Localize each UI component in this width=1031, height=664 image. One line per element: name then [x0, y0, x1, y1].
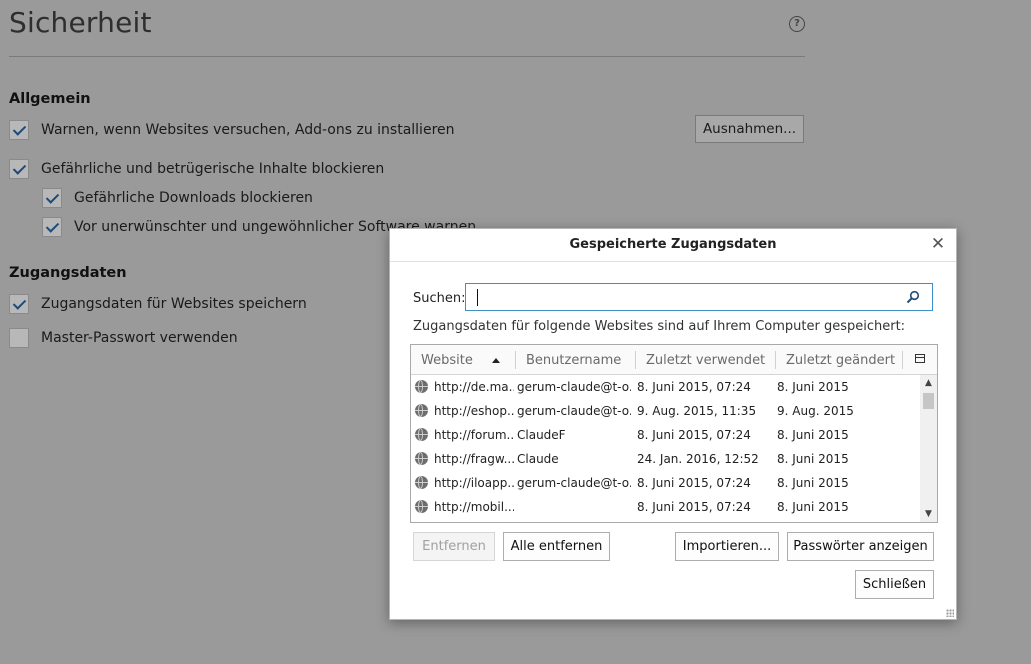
cell-last-used: 24. Jan. 2016, 12:52	[637, 452, 759, 466]
master-password-option[interactable]: Master-Passwort verwenden	[9, 327, 238, 349]
list-rows: http://de.ma... gerum-claude@t-o... 8. J…	[411, 375, 921, 519]
search-label: Suchen:	[413, 291, 466, 306]
help-icon[interactable]: ?	[789, 16, 805, 32]
close-icon[interactable]: ✕	[928, 234, 948, 254]
import-button[interactable]: Importieren...	[675, 532, 779, 561]
table-row[interactable]: http://fragw... Claude 24. Jan. 2016, 12…	[411, 447, 921, 471]
globe-icon	[415, 500, 428, 513]
cell-website: http://forum...	[434, 428, 514, 442]
warn-addons-option[interactable]: Warnen, wenn Websites versuchen, Add-ons…	[9, 119, 455, 141]
remove-all-button[interactable]: Alle entfernen	[503, 532, 610, 561]
cell-last-used: 9. Aug. 2015, 11:35	[637, 404, 757, 418]
scroll-down-icon[interactable]: ▼	[920, 506, 937, 522]
cell-username: Claude	[517, 452, 559, 466]
column-separator	[515, 351, 516, 369]
cell-username: gerum-claude@t-o...	[517, 404, 631, 418]
save-logins-checkbox[interactable]	[9, 294, 29, 314]
column-separator	[902, 351, 903, 369]
column-separator	[635, 351, 636, 369]
globe-icon	[415, 476, 428, 489]
info-text: Zugangsdaten für folgende Websites sind …	[413, 319, 906, 334]
cell-website: http://fragw...	[434, 452, 514, 466]
column-header-last-changed[interactable]: Zuletzt geändert	[786, 353, 895, 368]
save-logins-label: Zugangsdaten für Websites speichern	[41, 296, 307, 312]
column-header-last-used[interactable]: Zuletzt verwendet	[646, 353, 765, 368]
table-row[interactable]: http://iloapp... gerum-claude@t-o... 8. …	[411, 471, 921, 495]
warn-unwanted-checkbox[interactable]	[42, 217, 62, 237]
title-divider	[9, 56, 805, 57]
cell-last-changed: 8. Juni 2015	[777, 428, 849, 442]
block-dangerous-label: Gefährliche und betrügerische Inhalte bl…	[41, 161, 385, 177]
column-header-username[interactable]: Benutzername	[526, 353, 621, 368]
table-row[interactable]: http://forum... ClaudeF 8. Juni 2015, 07…	[411, 423, 921, 447]
master-password-checkbox[interactable]	[9, 328, 29, 348]
globe-icon	[415, 404, 428, 417]
block-downloads-checkbox[interactable]	[42, 188, 62, 208]
cell-last-used: 8. Juni 2015, 07:24	[637, 380, 751, 394]
show-passwords-button[interactable]: Passwörter anzeigen	[787, 532, 934, 561]
section-heading-logins: Zugangsdaten	[9, 265, 127, 281]
saved-logins-dialog: Gespeicherte Zugangsdaten ✕ Suchen: Zuga…	[389, 228, 957, 620]
cell-username: gerum-claude@t-o...	[517, 476, 631, 490]
cell-website: http://eshop....	[434, 404, 514, 418]
cell-last-used: 8. Juni 2015, 07:24	[637, 428, 751, 442]
page-title: Sicherheit	[9, 6, 152, 39]
block-downloads-label: Gefährliche Downloads blockieren	[74, 190, 313, 206]
table-row[interactable]: http://de.ma... gerum-claude@t-o... 8. J…	[411, 375, 921, 399]
remove-button[interactable]: Entfernen	[413, 532, 495, 561]
globe-icon	[415, 428, 428, 441]
scroll-up-icon[interactable]: ▲	[920, 375, 937, 391]
text-caret	[477, 289, 478, 306]
close-button[interactable]: Schließen	[855, 570, 934, 599]
cell-last-changed: 8. Juni 2015	[777, 500, 849, 514]
search-input[interactable]	[465, 283, 933, 311]
sort-ascending-icon	[492, 358, 500, 363]
dialog-title: Gespeicherte Zugangsdaten	[569, 237, 777, 252]
save-logins-option[interactable]: Zugangsdaten für Websites speichern	[9, 293, 307, 315]
cell-last-changed: 8. Juni 2015	[777, 476, 849, 490]
table-row[interactable]: http://mobil... 8. Juni 2015, 07:24 8. J…	[411, 495, 921, 519]
cell-website: http://iloapp...	[434, 476, 514, 490]
section-heading-general: Allgemein	[9, 91, 91, 107]
block-dangerous-option[interactable]: Gefährliche und betrügerische Inhalte bl…	[9, 158, 384, 180]
block-dangerous-checkbox[interactable]	[9, 159, 29, 179]
globe-icon	[415, 380, 428, 393]
scrollbar-thumb[interactable]	[923, 393, 934, 409]
warn-addons-label: Warnen, wenn Websites versuchen, Add-ons…	[41, 122, 455, 138]
exceptions-button[interactable]: Ausnahmen...	[695, 115, 804, 143]
dialog-titlebar: Gespeicherte Zugangsdaten ✕	[390, 229, 956, 262]
cell-website: http://de.ma...	[434, 380, 514, 394]
cell-last-changed: 8. Juni 2015	[777, 380, 849, 394]
vertical-scrollbar[interactable]: ▲ ▼	[920, 375, 937, 522]
logins-list[interactable]: Website Benutzername Zuletzt verwendet Z…	[410, 344, 938, 523]
master-password-label: Master-Passwort verwenden	[41, 330, 238, 346]
cell-username: gerum-claude@t-o...	[517, 380, 631, 394]
column-header-website[interactable]: Website	[421, 353, 473, 368]
cell-last-changed: 8. Juni 2015	[777, 452, 849, 466]
block-downloads-option[interactable]: Gefährliche Downloads blockieren	[42, 187, 313, 209]
cell-last-used: 8. Juni 2015, 07:24	[637, 476, 751, 490]
cell-last-used: 8. Juni 2015, 07:24	[637, 500, 751, 514]
cell-website: http://mobil...	[434, 500, 514, 514]
globe-icon	[415, 452, 428, 465]
warn-addons-checkbox[interactable]	[9, 120, 29, 140]
column-picker-icon[interactable]	[915, 354, 925, 363]
list-header: Website Benutzername Zuletzt verwendet Z…	[411, 345, 937, 375]
resize-grip-icon[interactable]	[946, 609, 954, 617]
cell-username: ClaudeF	[517, 428, 566, 442]
table-row[interactable]: http://eshop.... gerum-claude@t-o... 9. …	[411, 399, 921, 423]
cell-last-changed: 9. Aug. 2015	[777, 404, 854, 418]
column-separator	[775, 351, 776, 369]
search-icon[interactable]	[906, 290, 920, 304]
